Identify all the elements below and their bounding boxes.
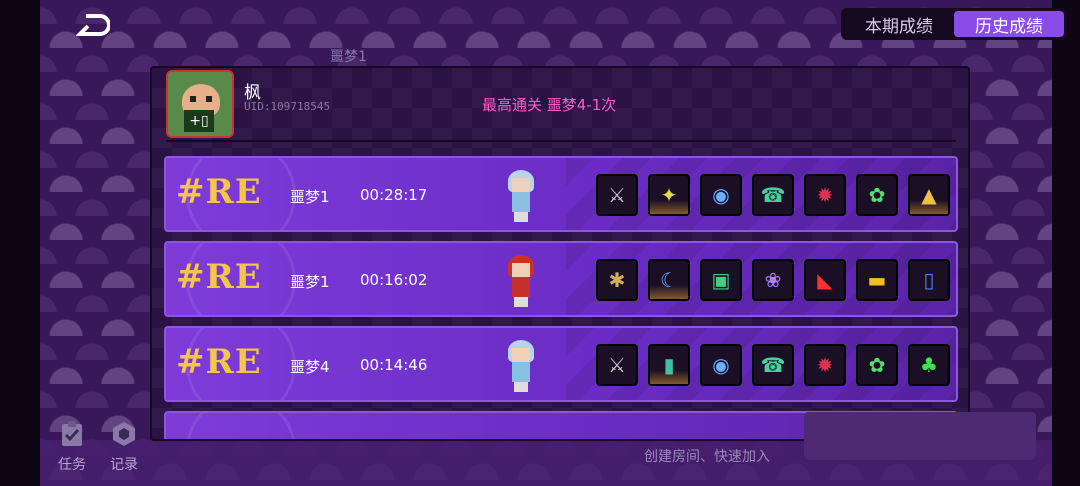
hero-red-hat-icon [504,255,538,307]
record-rank: #RE [176,172,262,212]
record-stage: 噩梦1 [290,273,330,291]
record-row[interactable]: #RE 噩梦1 00:16:02 ✱ ☾ ▣ ❀ ◣ ▬ ▯ [164,241,958,317]
item-list: ⚔ ✦ ◉ ☎ ✹ ✿ ▲ [596,174,950,216]
game-console-icon[interactable]: ▯ [908,259,950,301]
task-button[interactable]: 任务 [52,420,92,474]
back-arrow-icon [75,14,111,36]
record-label: 记录 [110,457,138,473]
tab-current-period[interactable]: 本期成绩 [844,11,954,37]
item-list: ⚔ ▮ ◉ ☎ ✹ ✿ ♣ [596,344,950,386]
eye-orb-icon[interactable]: ◉ [700,174,742,216]
spider-icon[interactable]: ✱ [596,259,638,301]
yellow-car-icon[interactable]: ▬ [856,259,898,301]
tab-history[interactable]: 历史成绩 [954,11,1064,37]
hero-silver-hair-icon [504,340,538,392]
back-button[interactable] [75,14,111,36]
record-row[interactable]: #RE 噩梦4 00:14:46 ⚔ ▮ ◉ ☎ ✹ ✿ ♣ [164,326,958,402]
player-uid: UID:109718545 [244,100,331,113]
telephone-icon[interactable]: ☎ [752,344,794,386]
demon-mask-icon[interactable]: ✹ [804,174,846,216]
avatar[interactable]: +▯ [166,70,234,138]
telephone-icon[interactable]: ☎ [752,174,794,216]
tab-bar: 本期成绩 历史成绩 [841,8,1067,40]
record-button[interactable]: 记录 [104,420,144,474]
background-stage-label: 噩梦1 [330,49,367,65]
record-row[interactable]: #RE 噩梦1 00:28:17 ⚔ ✦ ◉ ☎ ✹ ✿ ▲ [164,156,958,232]
cactus-icon[interactable]: ♣ [908,344,950,386]
row-emblem [186,413,296,439]
item-list: ✱ ☾ ▣ ❀ ◣ ▬ ▯ [596,259,950,301]
sword-icon[interactable]: ⚔ [596,174,638,216]
divider [166,140,956,142]
record-stage: 噩梦1 [290,188,330,206]
tome-icon[interactable]: ▣ [700,259,742,301]
sword-icon[interactable]: ⚔ [596,344,638,386]
task-label: 任务 [58,457,86,473]
player-profile: +▯ 枫 UID:109718545 最高通关 噩梦4-1次 [166,68,956,142]
hero-silver-hair-icon [504,170,538,222]
record-time: 00:28:17 [360,186,428,204]
record-stage: 噩梦4 [290,358,330,376]
room-input[interactable] [804,412,1036,460]
hexagon-icon [113,422,135,446]
left-letterbox [0,0,40,486]
triangle-gem-icon[interactable]: ▲ [908,174,950,216]
lotus-icon[interactable]: ❀ [752,259,794,301]
record-rank: #RE [176,342,262,382]
record-time: 00:16:02 [360,271,428,289]
eye-orb-icon[interactable]: ◉ [700,344,742,386]
green-card-icon[interactable]: ▮ [648,344,690,386]
green-blob-icon[interactable]: ✿ [856,344,898,386]
demon-mask-icon[interactable]: ✹ [804,344,846,386]
moon-slash-icon[interactable]: ☾ [648,259,690,301]
room-hint: 创建房间、快速加入 [644,449,770,465]
records-panel: +▯ 枫 UID:109718545 最高通关 噩梦4-1次 #RE 噩梦1 0… [150,66,970,441]
right-letterbox [1052,0,1080,486]
best-clear-record: 最高通关 噩梦4-1次 [482,96,617,114]
record-rank: #RE [176,257,262,297]
red-blade-icon[interactable]: ◣ [804,259,846,301]
record-time: 00:14:46 [360,356,428,374]
clipboard-check-icon [62,421,82,446]
leaf-gem-icon[interactable]: ✦ [648,174,690,216]
green-blob-icon[interactable]: ✿ [856,174,898,216]
